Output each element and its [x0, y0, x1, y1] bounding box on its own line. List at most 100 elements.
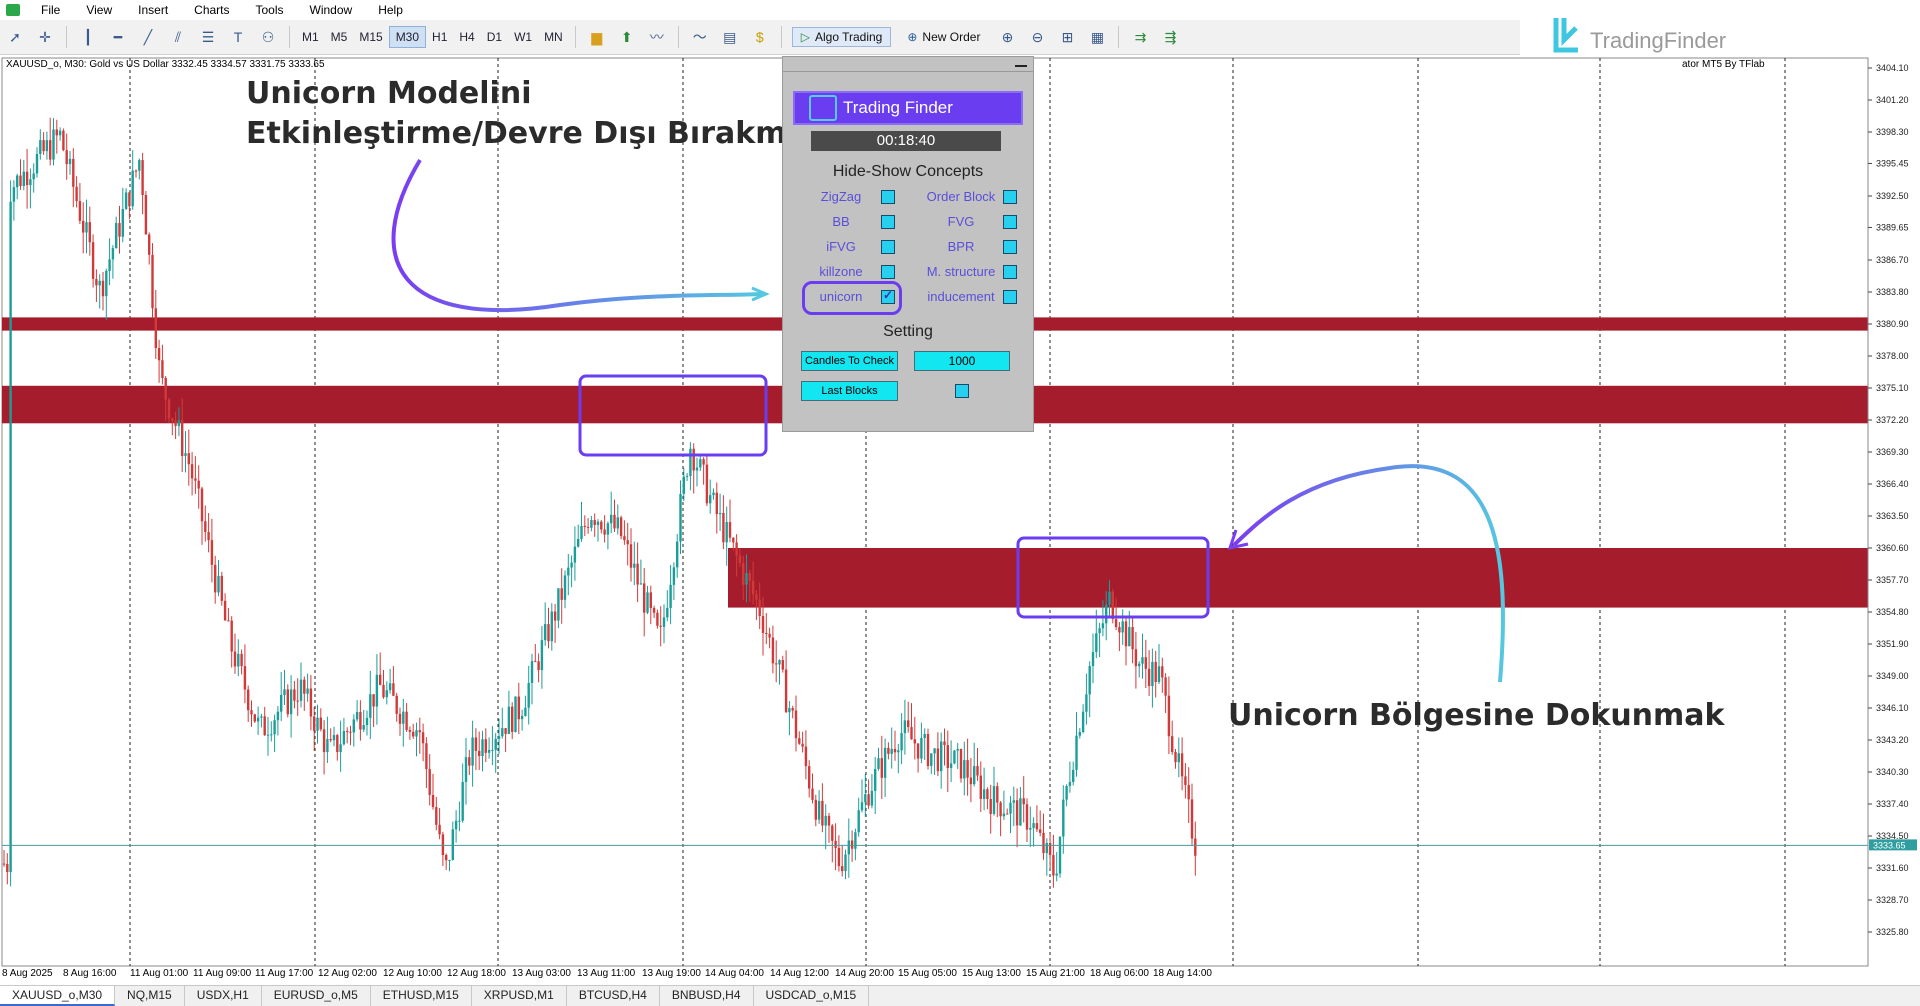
- checkbox-order-block[interactable]: [1003, 190, 1017, 204]
- chart-type-icon[interactable]: 〰: [646, 26, 668, 48]
- folder-icon[interactable]: ▆: [586, 26, 608, 48]
- tab-xrpusd-m1[interactable]: XRPUSD,M1: [472, 986, 567, 1006]
- menu-window[interactable]: Window: [297, 3, 366, 17]
- dollar-icon[interactable]: $: [749, 26, 771, 48]
- candle-body: [1095, 633, 1097, 652]
- tab-usdcad-m15[interactable]: USDCAD_o,M15: [754, 986, 870, 1006]
- price-label: 3386.70: [1876, 255, 1909, 265]
- checkbox-ifvg[interactable]: [881, 240, 895, 254]
- candle-body: [478, 751, 480, 756]
- timeframe-m30[interactable]: M30: [389, 26, 426, 48]
- minimize-icon[interactable]: [1015, 65, 1027, 67]
- time-label: 18 Aug 14:00: [1153, 968, 1212, 979]
- zoom-out-icon[interactable]: ⊖: [1026, 26, 1048, 48]
- menu-help[interactable]: Help: [365, 3, 416, 17]
- candle-body: [336, 735, 338, 752]
- menu-view[interactable]: View: [73, 3, 125, 17]
- candle-body: [782, 660, 784, 670]
- trendline-icon[interactable]: ╱: [137, 26, 159, 48]
- tile-windows-icon[interactable]: ⊞: [1056, 26, 1078, 48]
- candle-body: [848, 840, 850, 854]
- candle-body: [122, 209, 124, 237]
- candle-body: [194, 478, 196, 480]
- candle-body: [102, 281, 104, 296]
- checkbox-last-blocks[interactable]: [955, 384, 969, 398]
- candle-body: [834, 841, 836, 848]
- candle-body: [158, 348, 160, 360]
- text-tool-icon[interactable]: T: [227, 26, 249, 48]
- timeframe-w1[interactable]: W1: [508, 27, 538, 47]
- candle-body: [92, 242, 94, 279]
- time-label: 13 Aug 11:00: [577, 968, 635, 979]
- horizontal-line-icon[interactable]: ━: [107, 26, 129, 48]
- panel-titlebar[interactable]: [783, 57, 1033, 72]
- menu-tools[interactable]: Tools: [243, 3, 297, 17]
- templates-icon[interactable]: ▤: [719, 26, 741, 48]
- candle-body: [386, 690, 388, 697]
- tab-nq-m15[interactable]: NQ,M15: [115, 986, 185, 1006]
- properties-icon[interactable]: ▦: [1086, 26, 1108, 48]
- checkbox-market-structure[interactable]: [1003, 265, 1017, 279]
- candle-body: [557, 588, 559, 620]
- tab-xauusd-m30[interactable]: XAUUSD_o,M30: [0, 986, 115, 1006]
- cursor-icon[interactable]: ➚: [4, 26, 26, 48]
- candle-body: [877, 758, 879, 769]
- tab-btcusd-h4[interactable]: BTCUSD,H4: [567, 986, 660, 1006]
- candle-body: [214, 565, 216, 593]
- line-chart-icon[interactable]: 〜: [689, 26, 711, 48]
- timeframe-m5[interactable]: M5: [325, 27, 354, 47]
- menu-insert[interactable]: Insert: [125, 3, 181, 17]
- algo-trading-button[interactable]: ▷ Algo Trading: [792, 27, 892, 47]
- zoom-in-icon[interactable]: ⊕: [996, 26, 1018, 48]
- candle-body: [531, 661, 533, 683]
- chart-shift-icon[interactable]: ⇶: [1159, 26, 1181, 48]
- timeframe-m15[interactable]: M15: [353, 27, 388, 47]
- menu-file[interactable]: File: [28, 3, 73, 17]
- timeframe-d1[interactable]: D1: [481, 27, 508, 47]
- new-order-button[interactable]: ⊕ New Order: [899, 28, 988, 46]
- indicators-icon[interactable]: ⬆: [616, 26, 638, 48]
- checkbox-killzone[interactable]: [881, 265, 895, 279]
- crosshair-icon[interactable]: ✛: [34, 26, 56, 48]
- price-label: 3351.90: [1876, 639, 1909, 649]
- price-label: 3369.30: [1876, 447, 1909, 457]
- channel-icon[interactable]: ⫽: [167, 26, 189, 48]
- fibonacci-icon[interactable]: ☰: [197, 26, 219, 48]
- checkbox-inducement[interactable]: [1003, 290, 1017, 304]
- tab-bnbusd-h4[interactable]: BNBUSD,H4: [660, 986, 754, 1006]
- concept-label-killzone: killzone: [801, 264, 881, 279]
- candle-body: [851, 840, 853, 848]
- candle-body: [39, 140, 41, 154]
- timeframe-h4[interactable]: H4: [453, 27, 480, 47]
- shapes-icon[interactable]: ⚇: [257, 26, 279, 48]
- menu-charts[interactable]: Charts: [181, 3, 242, 17]
- candle-body: [630, 544, 632, 567]
- candle-body: [640, 583, 642, 584]
- checkbox-bpr[interactable]: [1003, 240, 1017, 254]
- candle-body: [161, 360, 163, 378]
- candle-body: [465, 757, 467, 782]
- candle-body: [821, 801, 823, 826]
- candles-to-check-input[interactable]: 1000: [914, 351, 1010, 371]
- tab-usdx-h1[interactable]: USDX,H1: [185, 986, 262, 1006]
- tab-eurusd-m5[interactable]: EURUSD_o,M5: [262, 986, 371, 1006]
- timeframe-m1[interactable]: M1: [296, 27, 325, 47]
- candle-body: [937, 748, 939, 771]
- checkbox-zigzag[interactable]: [881, 190, 895, 204]
- candle-body: [933, 748, 935, 753]
- last-blocks-button[interactable]: Last Blocks: [801, 381, 898, 401]
- candle-body: [844, 854, 846, 871]
- price-label: 3363.50: [1876, 511, 1909, 521]
- annotation-touch-unicorn-zone: Unicorn Bölgesine Dokunmak: [1228, 696, 1725, 736]
- timeframe-mn[interactable]: MN: [538, 27, 569, 47]
- tab-ethusd-m15[interactable]: ETHUSD,M15: [371, 986, 472, 1006]
- auto-scroll-icon[interactable]: ⇉: [1129, 26, 1151, 48]
- candle-body: [666, 608, 668, 617]
- timeframe-h1[interactable]: H1: [426, 27, 453, 47]
- checkbox-fvg[interactable]: [1003, 215, 1017, 229]
- candles-to-check-button[interactable]: Candles To Check: [801, 351, 898, 371]
- vertical-line-icon[interactable]: ┃: [77, 26, 99, 48]
- candle-body: [247, 689, 249, 710]
- checkbox-bb[interactable]: [881, 215, 895, 229]
- candle-body: [696, 468, 698, 471]
